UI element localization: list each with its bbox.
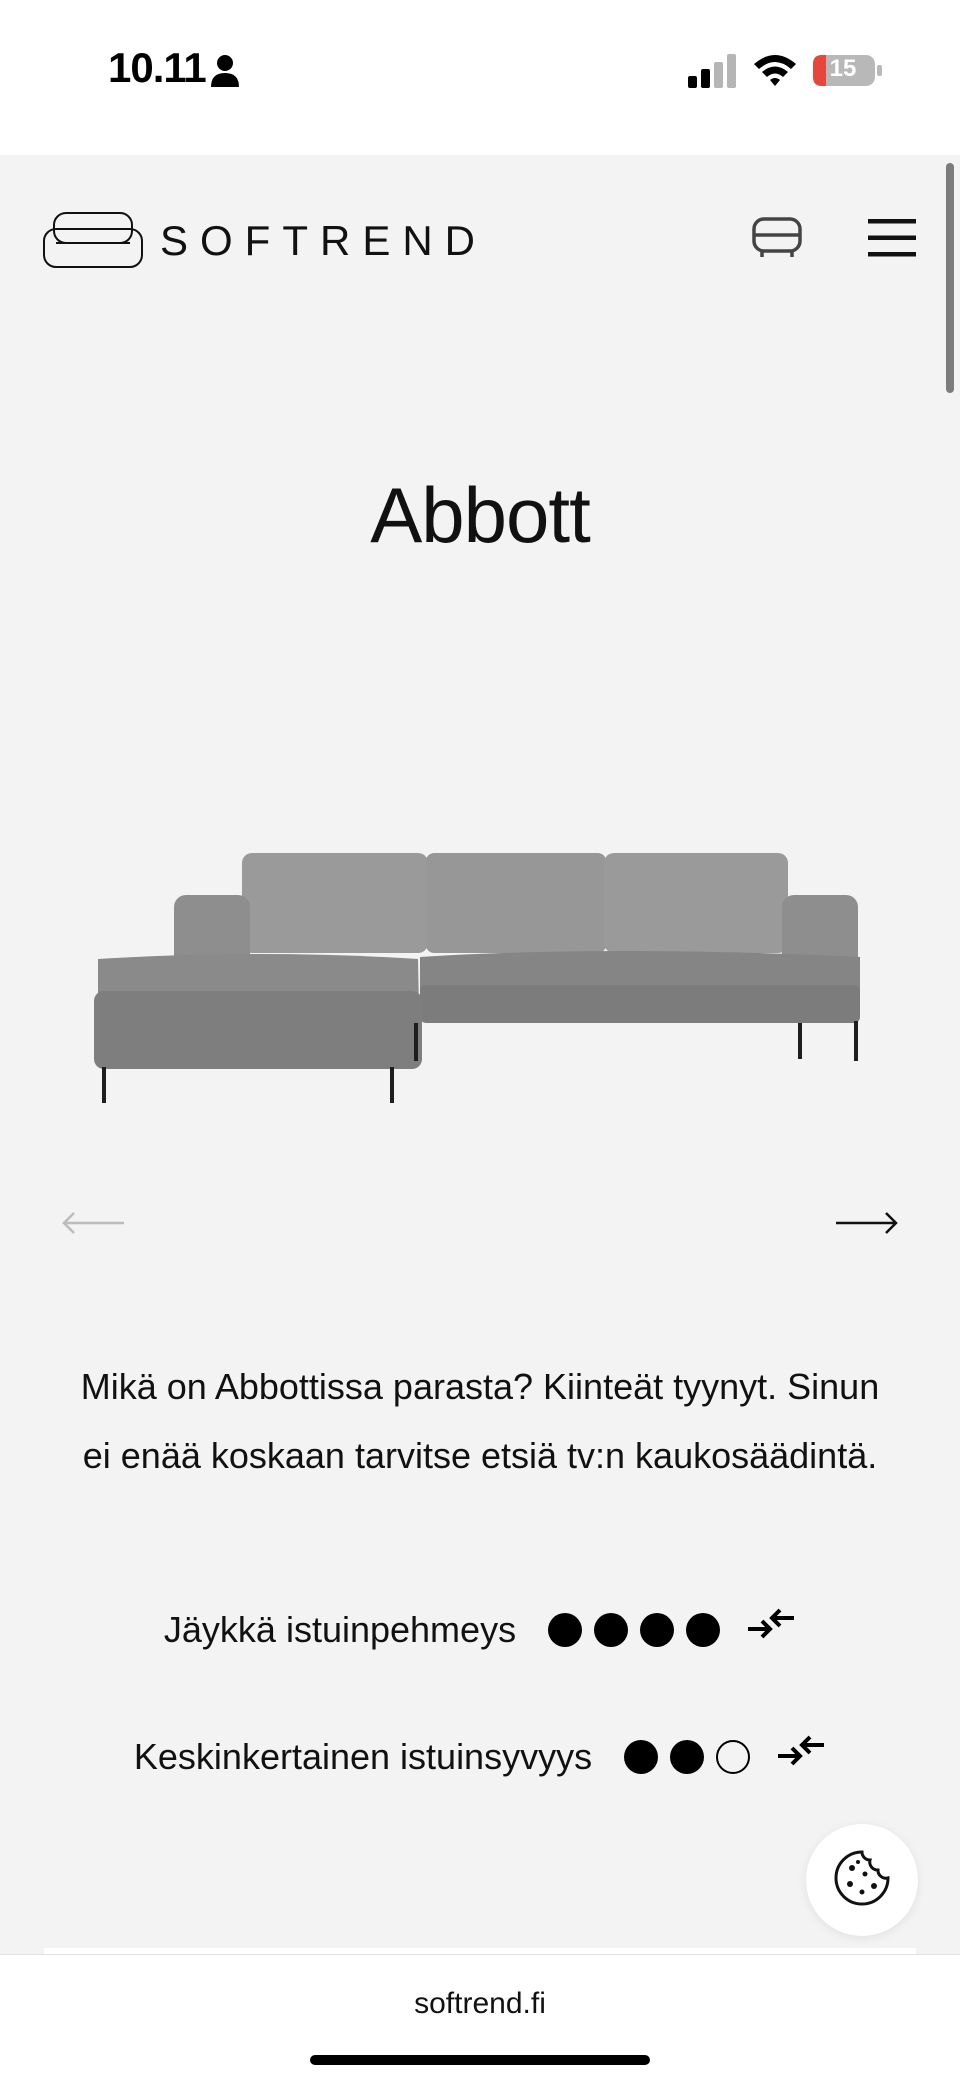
rating-dot-filled [686,1612,721,1647]
status-time: 10.11 [108,44,207,91]
rating-dot-filled [624,1739,659,1774]
product-description: Mikä on Abbottissa parasta? Kiinteät tyy… [80,1366,880,1476]
arrow-left-icon[interactable] [60,1208,126,1243]
home-indicator[interactable] [310,2055,650,2065]
menu-icon[interactable] [868,219,916,262]
wifi-icon [752,52,798,93]
adjust-arrows-icon [776,1735,826,1778]
feature-label: Jäykkä istuinpehmeys [163,1608,517,1650]
site-header: SOFTREND [0,155,960,325]
cookie-settings-button[interactable] [806,1824,918,1936]
sofa-image[interactable] [90,845,870,1110]
browser-address-bar[interactable]: softrend.fi [0,1954,960,2082]
cart-icon[interactable] [752,215,802,264]
url-text[interactable]: softrend.fi [0,1987,960,2021]
rating-dot-filled [670,1739,705,1774]
arrow-right-icon[interactable] [834,1208,900,1243]
page-scrollbar[interactable] [946,163,954,393]
feature-label: Keskinkertainen istuinsyvyys [133,1735,593,1777]
rating-dot-filled [548,1612,583,1647]
battery-level: 15 [829,55,857,82]
status-bar: 10.11 15 [0,0,960,155]
adjust-arrows-icon [746,1608,796,1651]
person-icon [210,54,240,93]
signal-icon [688,54,738,93]
product-title: Abbott [370,471,591,559]
sofa-logo-icon[interactable] [42,211,144,276]
feature-seat-firmness: Jäykkä istuinpehmeys [0,1608,960,1651]
rating-dot-empty [716,1739,751,1774]
cookie-icon [832,1848,892,1913]
logo-text[interactable]: SOFTREND [160,217,487,265]
rating-dot-filled [594,1612,629,1647]
feature-seat-depth: Keskinkertainen istuinsyvyys [0,1735,960,1778]
rating-dot-filled [640,1612,675,1647]
